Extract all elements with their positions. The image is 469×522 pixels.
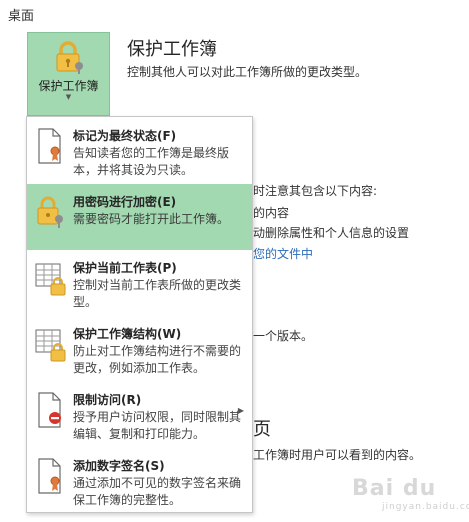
document-ribbon-icon bbox=[38, 458, 61, 494]
menu-item-restrict-access[interactable]: 限制访问(R) 授予用户访问权限，同时限制其编辑、复制和打印能力。 ▶ bbox=[27, 382, 252, 448]
inspect-text: 时注意其包含以下内容: bbox=[253, 184, 378, 198]
watermark-text: Bai du bbox=[352, 476, 437, 501]
versions-text: 一个版本。 bbox=[253, 329, 314, 343]
menu-item-description: 告知读者您的工作簿是最终版本，并将其设为只读。 bbox=[73, 146, 230, 177]
document-ribbon-icon bbox=[38, 128, 61, 164]
browser-view-text: 工作簿时用户可以看到的内容。 bbox=[253, 448, 422, 462]
menu-item-description: 授予用户访问权限，同时限制其编辑、复制和打印能力。 bbox=[73, 410, 242, 441]
menu-item-encrypt-with-password[interactable]: 用密码进行加密(E) 需要密码才能打开此工作簿。 bbox=[27, 184, 252, 250]
browser-view-heading: 页 bbox=[253, 419, 271, 440]
menu-item-title: 添加数字签名(S) bbox=[73, 459, 165, 473]
chevron-right-icon: ▶ bbox=[237, 406, 244, 415]
chevron-down-icon: ▼ bbox=[65, 93, 72, 101]
protect-workbook-label: 保护工作簿 bbox=[38, 79, 99, 93]
watermark-subtext: jingyan.baidu.com bbox=[382, 502, 469, 512]
inspect-link[interactable]: 您的文件中 bbox=[253, 245, 313, 262]
lock-key-icon bbox=[37, 196, 63, 228]
inspect-sub-text: 动删除属性和个人信息的设置 bbox=[253, 226, 410, 240]
menu-item-title: 保护工作簿结构(W) bbox=[73, 327, 182, 341]
menu-item-title: 限制访问(R) bbox=[73, 393, 142, 407]
menu-item-title: 保护当前工作表(P) bbox=[73, 261, 177, 275]
menu-item-protect-current-sheet[interactable]: 保护当前工作表(P) 控制对当前工作表所做的更改类型。 bbox=[27, 250, 252, 316]
menu-item-title: 用密码进行加密(E) bbox=[73, 195, 177, 209]
menu-item-mark-as-final[interactable]: 标记为最终状态(F) 告知读者您的工作簿是最终版本，并将其设为只读。 bbox=[27, 118, 252, 184]
inspect-sub-text: 的内容 bbox=[253, 206, 290, 220]
menu-item-description: 通过添加不可见的数字签名来确保工作簿的完整性。 bbox=[73, 476, 242, 507]
baidu-watermark: Bai du jingyan.baidu.com bbox=[352, 476, 469, 512]
menu-item-title: 标记为最终状态(F) bbox=[73, 129, 177, 143]
section-description: 控制其他人可以对此工作簿所做的更改类型。 bbox=[127, 65, 368, 79]
menu-item-add-digital-signature[interactable]: 添加数字签名(S) 通过添加不可见的数字签名来确保工作簿的完整性。 bbox=[27, 448, 252, 514]
menu-item-description: 控制对当前工作表所做的更改类型。 bbox=[73, 278, 242, 309]
menu-item-description: 需要密码才能打开此工作簿。 bbox=[73, 212, 230, 226]
sheet-lock-icon bbox=[35, 329, 66, 362]
lock-key-icon bbox=[56, 41, 83, 74]
protect-workbook-button[interactable]: 保护工作簿 ▼ bbox=[27, 32, 110, 116]
document-restrict-icon bbox=[38, 392, 61, 428]
breadcrumb[interactable]: 桌面 bbox=[8, 5, 34, 24]
section-title: 保护工作簿 bbox=[127, 39, 217, 60]
menu-item-description: 防止对工作簿结构进行不需要的更改，例如添加工作表。 bbox=[73, 344, 242, 375]
menu-item-protect-workbook-structure[interactable]: 保护工作簿结构(W) 防止对工作簿结构进行不需要的更改，例如添加工作表。 bbox=[27, 316, 252, 382]
sheet-lock-icon bbox=[35, 263, 66, 296]
protect-workbook-menu: 标记为最终状态(F) 告知读者您的工作簿是最终版本，并将其设为只读。 用密码进行… bbox=[26, 116, 253, 513]
